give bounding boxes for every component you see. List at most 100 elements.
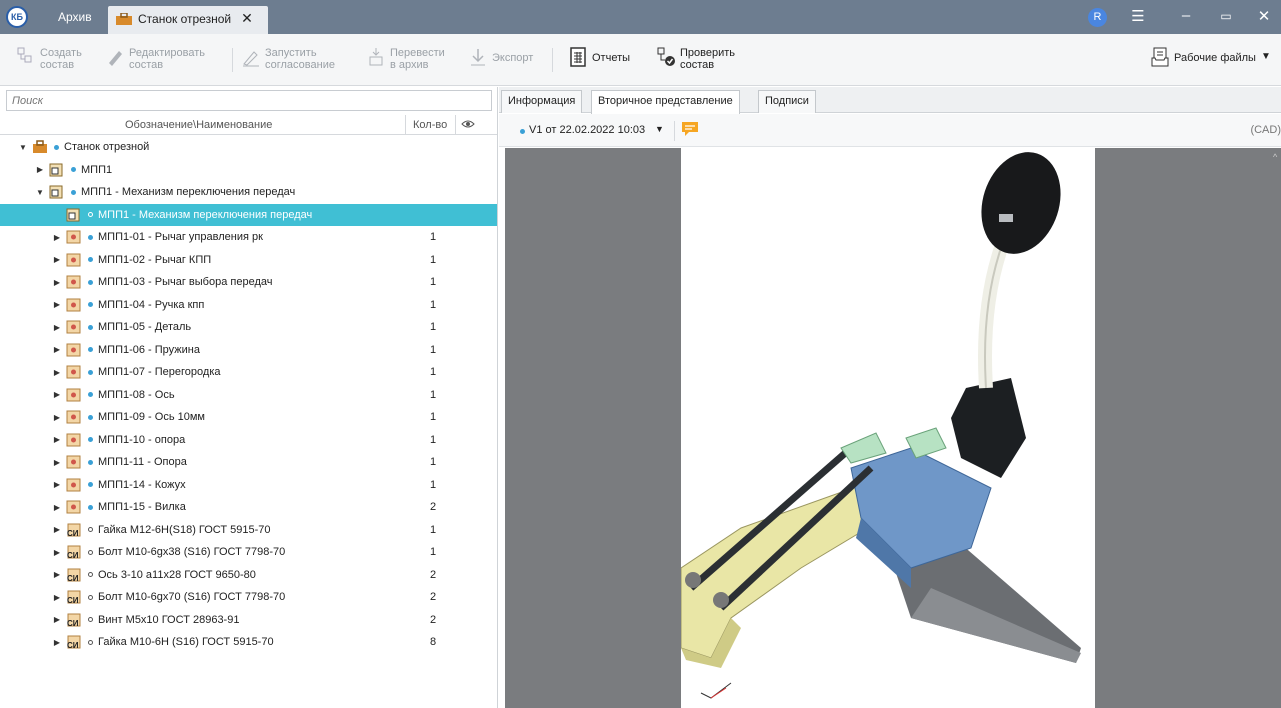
expand-icon[interactable]: ▶	[52, 593, 62, 602]
tree-row[interactable]: ▶ МПП1-15 - Вилка 2	[0, 496, 497, 519]
minimize-icon[interactable]: –	[1176, 7, 1196, 24]
expand-icon[interactable]: ▶	[52, 458, 62, 467]
restore-icon[interactable]: ▭	[1216, 9, 1236, 23]
tree-row[interactable]: ▶ МПП1-01 - Рычаг управления рк 1	[0, 226, 497, 249]
to-archive-button[interactable]: Перевести в архив	[367, 47, 445, 71]
tab-signatures[interactable]: Подписи	[758, 90, 816, 113]
expand-icon[interactable]: ▶	[52, 548, 62, 557]
part-icon	[66, 343, 82, 357]
tree-row-qty: 1	[430, 456, 437, 469]
tree-row[interactable]: ▼ Станок отрезной	[0, 136, 497, 159]
expand-icon[interactable]: ▶	[52, 570, 62, 579]
tree-row[interactable]: ▶ МПП1-08 - Ось 1	[0, 384, 497, 407]
expand-icon[interactable]: ▶	[52, 300, 62, 309]
part-icon	[66, 275, 82, 289]
svg-text:СИ: СИ	[67, 596, 79, 604]
expand-icon[interactable]: ▶	[52, 278, 62, 287]
export-icon	[471, 49, 485, 66]
search-input[interactable]	[6, 90, 492, 111]
tree-row[interactable]: ▶ СИ Болт М10-6gx38 (S16) ГОСТ 7798-70 1	[0, 541, 497, 564]
tree-row-qty: 1	[430, 546, 437, 559]
expand-icon[interactable]: ▶	[52, 525, 62, 534]
work-files-button[interactable]: Рабочие файлы ▼	[1151, 47, 1271, 67]
tree-row[interactable]: ▶ СИ Винт М5х10 ГОСТ 28963-91 2	[0, 609, 497, 632]
tree-row[interactable]: ▼ МПП1 - Механизм переключения передач	[0, 181, 497, 204]
tree-row[interactable]: ▶ СИ Болт М10-6gx70 (S16) ГОСТ 7798-70 2	[0, 586, 497, 609]
tree-row[interactable]: ▶ МПП1-02 - Рычаг КПП 1	[0, 249, 497, 272]
svg-text:СИ: СИ	[67, 574, 79, 582]
reports-button[interactable]: Отчеты	[569, 47, 630, 67]
pencil-icon	[109, 51, 122, 66]
user-avatar[interactable]: R	[1088, 8, 1107, 27]
status-dot	[88, 347, 93, 353]
expand-icon[interactable]: ▶	[52, 390, 62, 399]
standard-icon: СИ	[66, 613, 82, 628]
expand-icon[interactable]: ▶	[52, 615, 62, 624]
tab-stanok[interactable]: Станок отрезной ✕	[108, 6, 268, 34]
column-qty-header[interactable]: Кол-во	[413, 119, 447, 131]
tree-row[interactable]: ▶ МПП1-14 - Кожух 1	[0, 474, 497, 497]
menu-icon[interactable]: ☰	[1128, 7, 1148, 25]
tree-row[interactable]: ▶ МПП1-11 - Опора 1	[0, 451, 497, 474]
eye-icon[interactable]	[461, 117, 475, 131]
tree-row[interactable]: ▶ МПП1	[0, 159, 497, 182]
collapse-icon[interactable]: ▼	[18, 143, 28, 152]
tab-stanok-label: Станок отрезной	[138, 12, 232, 26]
standard-icon: СИ	[66, 568, 82, 583]
tab-close-icon[interactable]: ✕	[241, 11, 253, 25]
expand-icon[interactable]: ▶	[52, 368, 62, 377]
tree-row[interactable]: МПП1 - Механизм переключения передач	[0, 203, 497, 226]
window-close-icon[interactable]: ✕	[1254, 7, 1274, 25]
tab-information[interactable]: Информация	[501, 90, 583, 113]
tree-row[interactable]: ▶ СИ Гайка М10-6Н (S16) ГОСТ 5915-70 8	[0, 631, 497, 654]
work-files-caret-icon[interactable]: ▼	[1261, 51, 1271, 62]
expand-icon[interactable]: ▶	[52, 503, 62, 512]
export-button[interactable]: Экспорт	[469, 47, 533, 67]
check-composition-button[interactable]: Проверить состав	[657, 47, 735, 71]
collapse-icon[interactable]: ▼	[35, 188, 45, 197]
tree-row[interactable]: ▶ МПП1-04 - Ручка кпп 1	[0, 294, 497, 317]
version-caret-icon[interactable]: ▼	[655, 124, 664, 134]
tree-row[interactable]: ▶ МПП1-10 - опора 1	[0, 429, 497, 452]
viewer-tabs: Информация Вторичное представление Подпи…	[499, 87, 1281, 114]
expand-icon[interactable]: ▶	[52, 413, 62, 422]
standard-icon: СИ	[66, 545, 82, 560]
tree-row-label: Ось 3-10 а11х28 ГОСТ 9650-80	[98, 568, 256, 581]
expand-icon[interactable]: ▶	[52, 323, 62, 332]
tab-archive[interactable]: Архив	[58, 10, 92, 24]
tree-row[interactable]: ▶ СИ Гайка М12-6Н(S18) ГОСТ 5915-70 1	[0, 519, 497, 542]
expand-icon[interactable]: ▶	[52, 345, 62, 354]
tree-row[interactable]: ▶ МПП1-09 - Ось 10мм 1	[0, 406, 497, 429]
model-viewer[interactable]: ^	[505, 148, 1281, 708]
column-divider[interactable]	[405, 115, 406, 135]
column-divider[interactable]	[455, 115, 456, 135]
expand-icon[interactable]: ▶	[52, 255, 62, 264]
expand-icon[interactable]: ▶	[52, 638, 62, 647]
comment-icon[interactable]	[682, 122, 698, 136]
tree-row-label: Станок отрезной	[64, 141, 150, 154]
tree-row-qty: 1	[430, 478, 437, 491]
expand-icon[interactable]: ▶	[52, 480, 62, 489]
create-composition-label: Создать состав	[40, 47, 82, 71]
expand-icon[interactable]: ▶	[52, 435, 62, 444]
expand-icon[interactable]: ▶	[52, 233, 62, 242]
tree-row[interactable]: ▶ МПП1-05 - Деталь 1	[0, 316, 497, 339]
tree-row-qty: 1	[430, 231, 437, 244]
tree-row-qty: 1	[430, 253, 437, 266]
tree-row[interactable]: ▶ МПП1-03 - Рычаг выбора передач 1	[0, 271, 497, 294]
approval-icon	[243, 51, 259, 67]
start-approval-button[interactable]: Запустить согласование	[242, 47, 335, 71]
expand-icon[interactable]: ▶	[35, 165, 45, 174]
tree-row[interactable]: ▶ СИ Ось 3-10 а11х28 ГОСТ 9650-80 2	[0, 564, 497, 587]
tree-row-label: МПП1-04 - Ручка кпп	[98, 298, 205, 311]
briefcase-icon	[116, 13, 132, 25]
tab-secondary-representation[interactable]: Вторичное представление	[591, 90, 740, 114]
tree-row[interactable]: ▶ МПП1-07 - Перегородка 1	[0, 361, 497, 384]
create-composition-button[interactable]: Создать состав	[17, 47, 82, 71]
version-selector[interactable]: V1 от 22.02.2022 10:03	[529, 124, 645, 136]
scroll-up-icon[interactable]: ^	[1273, 152, 1277, 162]
composition-tree: ▼ Станок отрезной ▶ МПП1 ▼ МПП1 - Механизм пе…	[0, 136, 497, 654]
edit-composition-button[interactable]: Редактировать состав	[106, 47, 205, 71]
column-name-header[interactable]: Обозначение\Наименование	[125, 119, 272, 131]
tree-row[interactable]: ▶ МПП1-06 - Пружина 1	[0, 339, 497, 362]
